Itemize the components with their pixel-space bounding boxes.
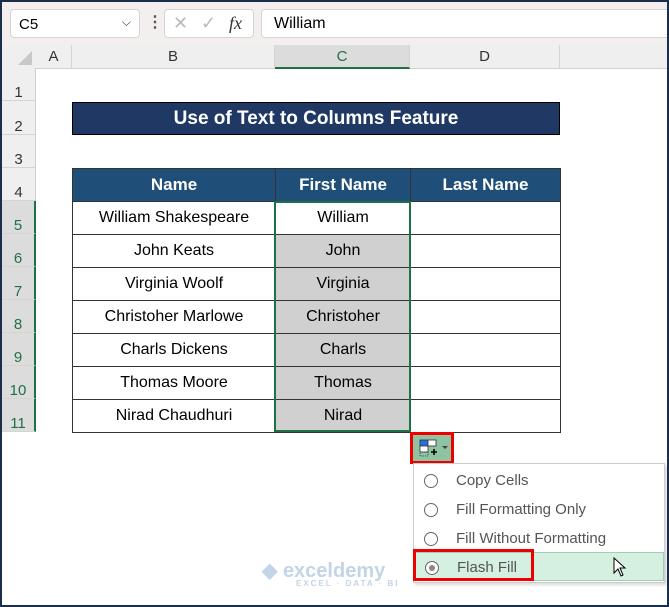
excel-window: C5 ⌵ ⋮ ✕ ✓ fx William A B C D 1 2 3 4 5 6 7 8 9 10…: [2, 2, 667, 605]
more-icon[interactable]: ⋮: [147, 12, 163, 32]
table-cell[interactable]: Charls Dickens: [72, 333, 276, 367]
column-header-c[interactable]: C: [275, 45, 410, 69]
formula-input[interactable]: William: [261, 9, 667, 38]
menu-item-label: Fill Formatting Only: [456, 501, 587, 518]
radio-icon[interactable]: [424, 503, 438, 517]
select-all-button[interactable]: [2, 45, 36, 69]
radio-icon[interactable]: [424, 532, 438, 546]
table-cell[interactable]: John: [275, 234, 411, 268]
row-header-11[interactable]: 11: [2, 399, 36, 432]
flash-fill-highlight: [413, 549, 534, 581]
formula-bar: C5 ⌵ ⋮ ✕ ✓ fx William: [2, 2, 667, 45]
fx-icon[interactable]: fx: [229, 13, 242, 34]
name-box-value: C5: [19, 16, 39, 33]
table-cell[interactable]: William: [275, 201, 411, 235]
table-cell[interactable]: [410, 300, 561, 334]
row-header-2[interactable]: 2: [2, 101, 36, 135]
table-cell[interactable]: Charls: [275, 333, 411, 367]
mouse-cursor-icon: [613, 557, 627, 577]
table-cell[interactable]: Nirad: [275, 399, 411, 433]
table-cell[interactable]: Virginia Woolf: [72, 267, 276, 301]
table-header-cell[interactable]: Last Name: [410, 168, 561, 202]
table-cell[interactable]: Nirad Chaudhuri: [72, 399, 276, 433]
name-box[interactable]: C5 ⌵: [10, 9, 140, 38]
row-header-5[interactable]: 5: [2, 201, 36, 234]
table-cell[interactable]: William Shakespeare: [72, 201, 276, 235]
row-header-6[interactable]: 6: [2, 234, 36, 267]
column-header-a[interactable]: A: [36, 45, 72, 69]
sheet-title: Use of Text to Columns Feature: [72, 102, 560, 135]
table-header-cell[interactable]: First Name: [275, 168, 411, 202]
row-header-7[interactable]: 7: [2, 267, 36, 300]
table-cell[interactable]: Christoher: [275, 300, 411, 334]
table-cell[interactable]: [410, 267, 561, 301]
row-header-10[interactable]: 10: [2, 366, 36, 399]
radio-icon[interactable]: [424, 474, 438, 488]
menu-item-label: Copy Cells: [456, 472, 529, 489]
row-header-3[interactable]: 3: [2, 135, 36, 168]
table-cell[interactable]: [410, 201, 561, 235]
row-header-9[interactable]: 9: [2, 333, 36, 366]
autofill-options-button[interactable]: [410, 432, 454, 464]
row-header-1[interactable]: 1: [2, 68, 36, 101]
menu-item-label: Fill Without Formatting: [456, 530, 607, 547]
table-cell[interactable]: Thomas: [275, 366, 411, 400]
row-header-4[interactable]: 4: [2, 168, 36, 201]
table-cell[interactable]: [410, 399, 561, 433]
table-cell[interactable]: Virginia: [275, 267, 411, 301]
table-cell[interactable]: [410, 333, 561, 367]
formula-buttons: ✕ ✓ fx: [164, 9, 254, 38]
table-cell[interactable]: John Keats: [72, 234, 276, 268]
table-cell[interactable]: Thomas Moore: [72, 366, 276, 400]
autofill-icon: [419, 439, 448, 457]
table-cell[interactable]: [410, 366, 561, 400]
menu-item-copy-cells[interactable]: Copy Cells: [414, 466, 664, 495]
column-header-d[interactable]: D: [410, 45, 560, 69]
cancel-icon[interactable]: ✕: [173, 13, 188, 34]
menu-item-fill-formatting-only[interactable]: Fill Formatting Only: [414, 495, 664, 524]
exceldemy-watermark: ◆ exceldemy EXCEL · DATA · BI: [262, 560, 400, 588]
chevron-down-icon[interactable]: ⌵: [122, 15, 131, 30]
enter-icon[interactable]: ✓: [201, 13, 216, 34]
column-headers: A B C D: [2, 45, 667, 69]
column-header-b[interactable]: B: [72, 45, 275, 69]
table-header-cell[interactable]: Name: [72, 168, 276, 202]
row-header-8[interactable]: 8: [2, 300, 36, 333]
table-cell[interactable]: Christoher Marlowe: [72, 300, 276, 334]
table-cell[interactable]: [410, 234, 561, 268]
